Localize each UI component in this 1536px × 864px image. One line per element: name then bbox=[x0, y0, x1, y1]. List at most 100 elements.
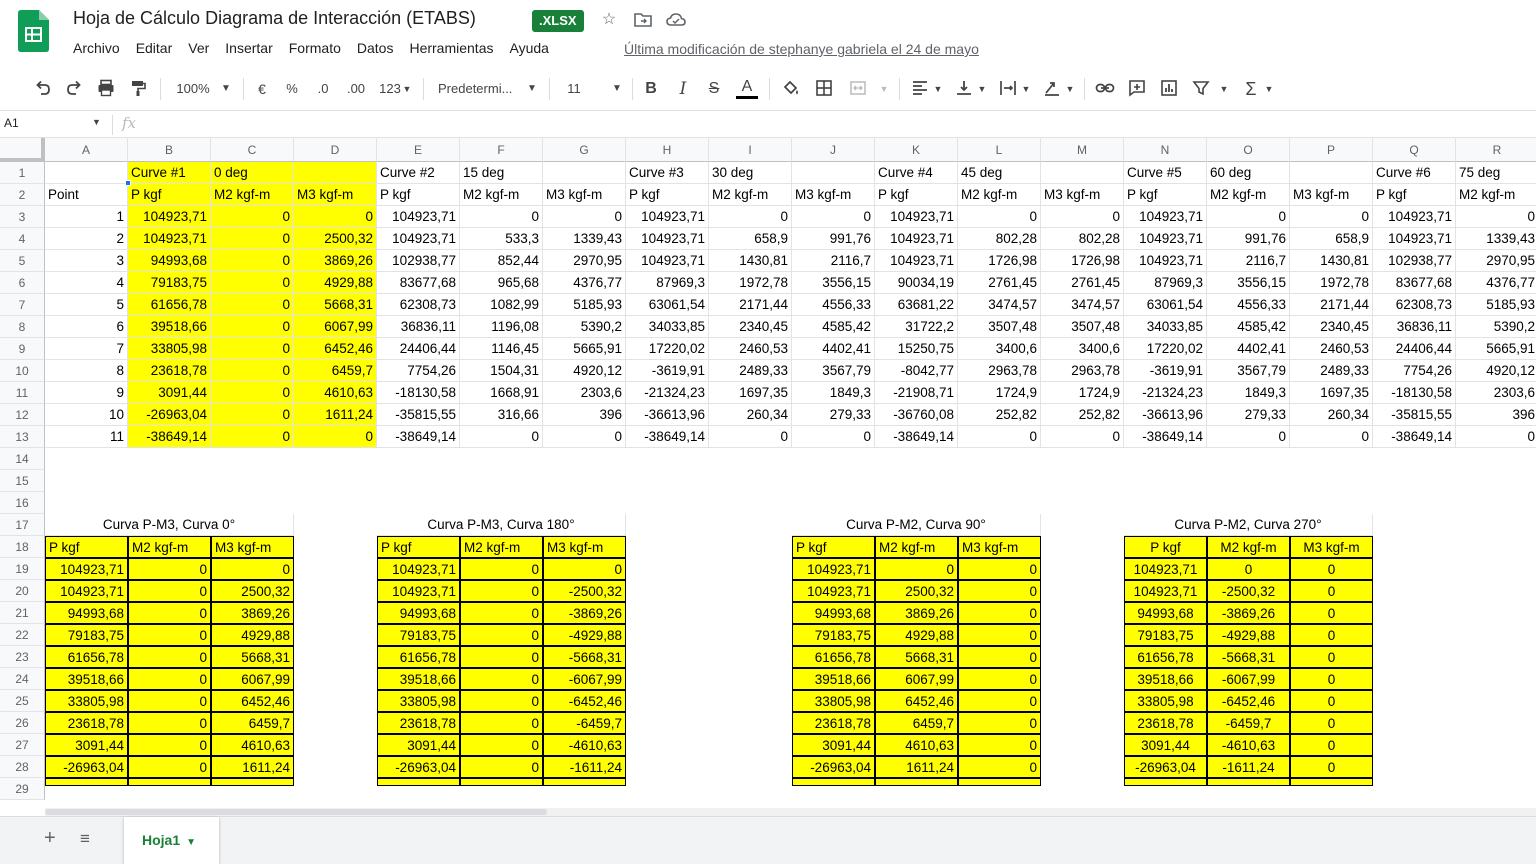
curve-data-cell[interactable]: 3091,44 bbox=[377, 734, 460, 756]
curve-data-cell[interactable]: 0 bbox=[1290, 712, 1373, 734]
data-cell[interactable]: 1849,3 bbox=[1207, 382, 1290, 404]
data-cell[interactable]: -8042,77 bbox=[875, 360, 958, 382]
star-icon[interactable]: ☆ bbox=[598, 9, 620, 31]
curve-data-cell[interactable]: 94993,68 bbox=[1124, 602, 1207, 624]
row-header-23[interactable]: 23 bbox=[0, 646, 45, 668]
curve-data-cell[interactable]: 3091,44 bbox=[1124, 734, 1207, 756]
data-cell[interactable]: 104923,71 bbox=[875, 228, 958, 250]
curve-header-cell[interactable]: P kgf bbox=[792, 536, 875, 558]
curve-data-cell[interactable]: 2500,32 bbox=[875, 580, 958, 602]
curve-data-cell[interactable]: 33805,98 bbox=[1124, 690, 1207, 712]
data-cell[interactable]: 17220,02 bbox=[1124, 338, 1207, 360]
data-cell[interactable]: 62308,73 bbox=[1373, 294, 1456, 316]
data-cell[interactable]: 1726,98 bbox=[958, 250, 1041, 272]
name-box[interactable]: A1 bbox=[4, 116, 104, 130]
data-cell[interactable]: 0 bbox=[1290, 426, 1373, 448]
data-cell[interactable]: 1724,9 bbox=[1041, 382, 1124, 404]
data-cell[interactable]: 260,34 bbox=[1290, 404, 1373, 426]
text-color-icon[interactable]: A bbox=[736, 77, 758, 101]
curve-data-cell[interactable]: 0 bbox=[1290, 580, 1373, 602]
curve-data-cell[interactable]: -5668,31 bbox=[543, 646, 626, 668]
curve-data-cell[interactable]: -26963,04 bbox=[792, 756, 875, 778]
column-label-cell[interactable]: Point bbox=[45, 184, 128, 206]
data-cell[interactable]: 1972,78 bbox=[1290, 272, 1373, 294]
data-cell[interactable]: -18130,58 bbox=[377, 382, 460, 404]
curve-data-cell[interactable]: 0 bbox=[128, 558, 211, 580]
data-cell[interactable]: 15250,75 bbox=[875, 338, 958, 360]
data-cell[interactable]: 7754,26 bbox=[1373, 360, 1456, 382]
column-header-m[interactable]: M bbox=[1041, 138, 1124, 162]
data-cell[interactable]: 104923,71 bbox=[1124, 250, 1207, 272]
data-cell[interactable]: 62308,73 bbox=[377, 294, 460, 316]
point-cell[interactable]: 4 bbox=[45, 272, 128, 294]
percent-button[interactable]: % bbox=[284, 77, 300, 101]
column-label-cell[interactable]: P kgf bbox=[626, 184, 709, 206]
data-cell[interactable]: 90034,19 bbox=[875, 272, 958, 294]
curve-data-cell[interactable]: -4610,63 bbox=[1207, 734, 1290, 756]
data-cell[interactable]: 5665,91 bbox=[1456, 338, 1536, 360]
data-cell[interactable]: 2489,33 bbox=[1290, 360, 1373, 382]
curve-data-cell[interactable]: 0 bbox=[1207, 558, 1290, 580]
curve-data-cell[interactable]: 5668,31 bbox=[211, 646, 294, 668]
data-cell[interactable]: 802,28 bbox=[1041, 228, 1124, 250]
print-icon[interactable] bbox=[95, 77, 117, 101]
curve-data-cell[interactable]: 0 bbox=[1290, 668, 1373, 690]
row-header-24[interactable]: 24 bbox=[0, 668, 45, 690]
curve-data-cell[interactable]: -26963,04 bbox=[1124, 756, 1207, 778]
curve-data-cell[interactable]: 0 bbox=[1290, 646, 1373, 668]
data-cell[interactable]: 34033,85 bbox=[1124, 316, 1207, 338]
row-header-25[interactable]: 25 bbox=[0, 690, 45, 712]
curve-data-cell[interactable]: 33805,98 bbox=[792, 690, 875, 712]
curve-data-cell[interactable]: 0 bbox=[128, 602, 211, 624]
data-cell[interactable]: 658,9 bbox=[709, 228, 792, 250]
data-cell[interactable]: 104923,71 bbox=[1373, 228, 1456, 250]
curve-header-cell[interactable]: M2 kgf-m bbox=[460, 536, 543, 558]
curve-header-cell[interactable]: 0 deg bbox=[211, 162, 294, 184]
column-label-cell[interactable]: M3 kgf-m bbox=[294, 184, 377, 206]
curve-data-cell[interactable]: 0 bbox=[958, 712, 1041, 734]
curve-header-cell[interactable]: Curve #5 bbox=[1124, 162, 1207, 184]
curve-data-cell[interactable]: 0 bbox=[128, 690, 211, 712]
data-cell[interactable]: 396 bbox=[1456, 404, 1536, 426]
curve-data-cell[interactable]: -2500,32 bbox=[1207, 580, 1290, 602]
data-cell[interactable]: 279,33 bbox=[792, 404, 875, 426]
curve-header-cell[interactable]: P kgf bbox=[377, 536, 460, 558]
chevron-down-icon[interactable]: ▼ bbox=[1264, 77, 1274, 101]
last-edit-link[interactable]: Última modificación de stephanye gabriel… bbox=[624, 41, 979, 57]
column-header-n[interactable]: N bbox=[1124, 138, 1207, 162]
data-cell[interactable]: 104923,71 bbox=[1124, 228, 1207, 250]
curve-header-cell[interactable] bbox=[1290, 162, 1373, 184]
data-cell[interactable]: 104923,71 bbox=[128, 228, 211, 250]
column-label-cell[interactable]: M3 kgf-m bbox=[543, 184, 626, 206]
horizontal-align-icon[interactable] bbox=[909, 77, 931, 101]
data-cell[interactable]: 0 bbox=[211, 316, 294, 338]
point-cell[interactable]: 9 bbox=[45, 382, 128, 404]
selection-handle[interactable] bbox=[125, 180, 131, 186]
data-cell[interactable]: 3474,57 bbox=[1041, 294, 1124, 316]
row-header-17[interactable]: 17 bbox=[0, 514, 45, 536]
data-cell[interactable]: -38649,14 bbox=[626, 426, 709, 448]
data-cell[interactable]: 4556,33 bbox=[792, 294, 875, 316]
curve-header-cell[interactable]: P kgf bbox=[45, 536, 128, 558]
data-cell[interactable]: 260,34 bbox=[709, 404, 792, 426]
data-cell[interactable]: 104923,71 bbox=[128, 206, 211, 228]
curve-header-cell[interactable] bbox=[792, 162, 875, 184]
row-header-28[interactable]: 28 bbox=[0, 756, 45, 778]
italic-icon[interactable]: I bbox=[674, 77, 692, 101]
curve-data-cell[interactable]: 0 bbox=[460, 602, 543, 624]
curve-data-cell[interactable]: 0 bbox=[460, 668, 543, 690]
data-cell[interactable]: 79183,75 bbox=[128, 272, 211, 294]
curve-data-cell-partial[interactable] bbox=[1290, 778, 1373, 786]
curve-data-cell[interactable]: 1611,24 bbox=[875, 756, 958, 778]
data-cell[interactable]: -21908,71 bbox=[875, 382, 958, 404]
row-header-13[interactable]: 13 bbox=[0, 426, 45, 448]
data-cell[interactable]: 658,9 bbox=[1290, 228, 1373, 250]
row-header-29[interactable]: 29 bbox=[0, 778, 45, 800]
data-cell[interactable]: 252,82 bbox=[958, 404, 1041, 426]
data-cell[interactable]: 0 bbox=[1207, 426, 1290, 448]
row-header-4[interactable]: 4 bbox=[0, 228, 45, 250]
chevron-down-icon[interactable]: ▼ bbox=[879, 77, 889, 101]
data-cell[interactable]: 87969,3 bbox=[1124, 272, 1207, 294]
data-cell[interactable]: 0 bbox=[460, 426, 543, 448]
curve-data-cell[interactable]: 0 bbox=[958, 734, 1041, 756]
